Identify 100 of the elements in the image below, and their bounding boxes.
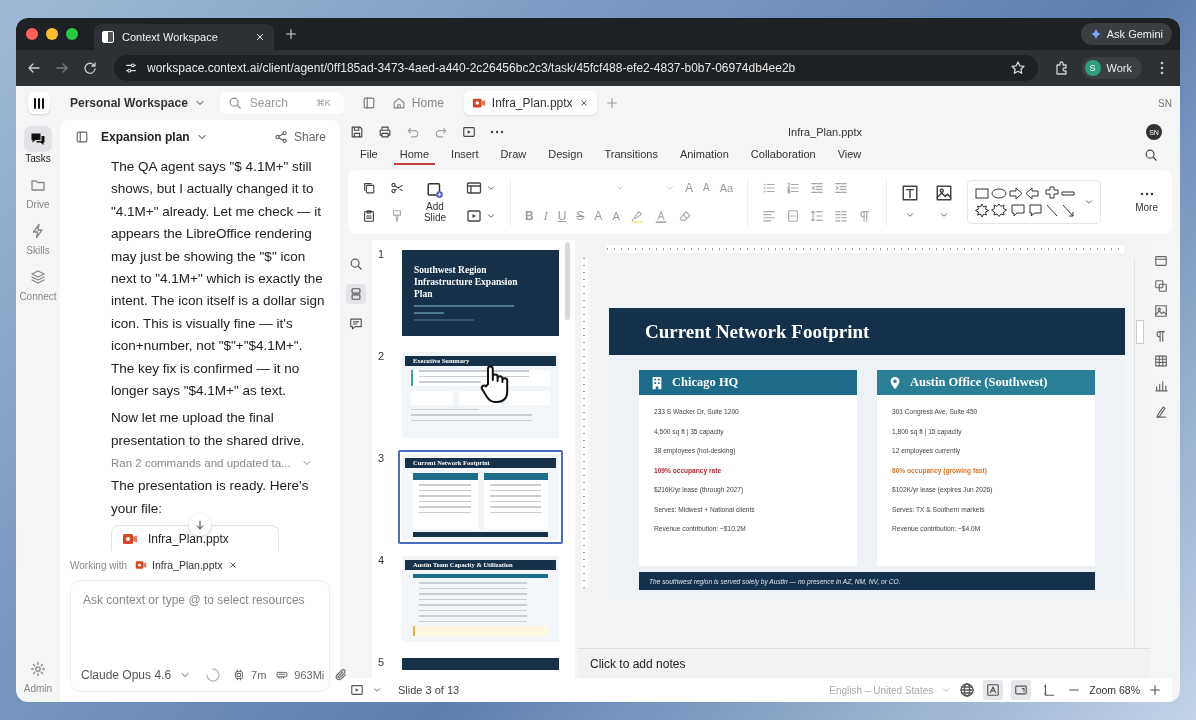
slide-number: 3 bbox=[378, 452, 386, 466]
slide-title: Current Network Footprint bbox=[645, 320, 870, 343]
user-initials[interactable]: SN bbox=[1158, 97, 1172, 109]
panel-tool[interactable] bbox=[346, 284, 366, 304]
print-icon[interactable] bbox=[378, 125, 392, 139]
share-icon bbox=[273, 130, 288, 144]
zoom-in-icon[interactable] bbox=[1148, 683, 1162, 697]
app-logo[interactable] bbox=[28, 92, 50, 114]
more-button[interactable]: More bbox=[1135, 191, 1158, 213]
ribbon-tab[interactable]: Draw bbox=[494, 145, 533, 165]
globe-icon[interactable] bbox=[959, 682, 976, 698]
browser-tab[interactable]: Context Workspace bbox=[94, 24, 274, 50]
ribbon-tab[interactable]: File bbox=[354, 145, 384, 165]
chevron-down-icon bbox=[1084, 197, 1095, 207]
card-heading: Austin Office (Southwest) bbox=[910, 375, 1048, 390]
close-icon[interactable] bbox=[254, 31, 266, 43]
layout-icon[interactable] bbox=[466, 180, 482, 196]
context-file-chip[interactable]: Infra_Plan.pptx bbox=[135, 559, 238, 571]
conversation-title[interactable]: Expansion plan bbox=[101, 130, 208, 144]
app-tab[interactable]: Infra_Plan.pptx bbox=[463, 91, 597, 115]
view-toggle[interactable] bbox=[983, 680, 1004, 700]
paste-icon[interactable] bbox=[362, 209, 376, 223]
panel-toggle-icon[interactable] bbox=[75, 130, 89, 144]
scrollbar[interactable] bbox=[1134, 258, 1144, 648]
site-settings-icon[interactable] bbox=[124, 61, 138, 75]
card-heading: Chicago HQ bbox=[672, 375, 739, 390]
chevron-down-icon[interactable] bbox=[372, 685, 382, 695]
panel-icon[interactable] bbox=[1154, 254, 1168, 268]
layers-icon bbox=[30, 269, 46, 285]
bookmark-star-icon[interactable] bbox=[1009, 60, 1026, 76]
slide-counter: Slide 3 of 13 bbox=[398, 684, 460, 696]
scrollbar[interactable] bbox=[565, 242, 570, 320]
app-logo-icon bbox=[102, 31, 114, 43]
table-icon[interactable] bbox=[1154, 354, 1168, 368]
slide-number: 2 bbox=[378, 350, 386, 364]
ribbon-tab[interactable]: Animation bbox=[673, 145, 735, 165]
chevron-down-icon[interactable] bbox=[939, 210, 950, 220]
building-icon bbox=[650, 375, 664, 390]
search-input[interactable]: Search bbox=[247, 95, 310, 111]
activity-summary[interactable]: Ran 2 commands and updated ta... bbox=[111, 457, 313, 470]
add-slide-button[interactable]: Add Slide bbox=[418, 181, 452, 223]
more-icon[interactable] bbox=[490, 130, 504, 134]
slideshow-icon[interactable] bbox=[466, 208, 482, 224]
image-icon[interactable] bbox=[935, 184, 954, 202]
close-window-button[interactable] bbox=[26, 28, 38, 40]
ribbon-tab[interactable]: Collaboration bbox=[744, 145, 822, 165]
search-icon[interactable] bbox=[1144, 148, 1158, 162]
address-bar[interactable]: workspace.context.ai/client/agent/0ff185ad-3473-4aed-a440-2c26456bc2c3/task/45fcf488-efe2-4837-b0b7-06974db4ee2b bbox=[114, 55, 1038, 81]
share-button[interactable]: Share bbox=[273, 130, 326, 144]
chevron-down-icon[interactable] bbox=[905, 210, 916, 220]
paragraph-icon[interactable] bbox=[1154, 329, 1168, 343]
chart-icon[interactable] bbox=[1154, 379, 1168, 393]
extensions-icon[interactable] bbox=[1053, 60, 1070, 76]
notes-pane[interactable]: Click to add notes bbox=[578, 648, 1150, 678]
sidebar-toggle-icon[interactable] bbox=[361, 96, 376, 110]
memory-icon bbox=[276, 669, 289, 681]
location-pin-icon bbox=[888, 375, 902, 390]
rail-item[interactable]: Tasks bbox=[16, 126, 60, 164]
document-title: Infra_Plan.pptx bbox=[788, 126, 862, 138]
minimize-window-button[interactable] bbox=[46, 28, 58, 40]
search-icon bbox=[349, 257, 363, 271]
zoom-level[interactable]: Zoom 68% bbox=[1089, 684, 1140, 696]
normal-view-icon bbox=[1014, 683, 1029, 697]
ribbon-tab[interactable]: Home bbox=[393, 145, 436, 165]
save-icon[interactable] bbox=[350, 125, 364, 139]
assistant-message: The QA agent says "$ 4.1M+" still shows, but I actually changed it to "4.1M+" already. Let me check — it appears the LibreOffice rendering may just be showing the "$" icon next to "4.1M+" which is exactly the intent. The icon itself is a dollar sign icon. This is visually fine — it's icon+number, not "$"+"$4.1M+". The key fix is confirmed — it no longer says "$4.1M+" as text. bbox=[111, 158, 326, 401]
slideshow-icon[interactable] bbox=[462, 125, 476, 139]
context-label: Working with bbox=[70, 559, 128, 571]
duplicate-icon[interactable] bbox=[1154, 279, 1168, 293]
shortcut-hint: ⌘K bbox=[315, 98, 331, 108]
presentation-file-icon bbox=[135, 559, 148, 571]
image-icon[interactable] bbox=[1154, 304, 1168, 318]
add-slide-icon bbox=[426, 181, 444, 199]
reload-icon[interactable] bbox=[82, 60, 98, 76]
ribbon-tab[interactable]: Transitions bbox=[598, 145, 664, 165]
view-toggle[interactable] bbox=[1011, 680, 1032, 700]
font-color-icon[interactable] bbox=[653, 209, 668, 223]
profile-button[interactable]: S Work bbox=[1081, 57, 1142, 79]
slideshow-icon[interactable] bbox=[350, 683, 364, 697]
new-tab-icon[interactable] bbox=[284, 27, 298, 41]
pen-icon[interactable] bbox=[1154, 404, 1168, 418]
remove-icon[interactable] bbox=[227, 560, 238, 570]
workspace-switcher[interactable]: Personal Workspace bbox=[70, 96, 206, 110]
attach-icon[interactable] bbox=[334, 668, 349, 682]
chevron-down-icon bbox=[665, 183, 675, 193]
ask-gemini-button[interactable]: Ask Gemini bbox=[1080, 23, 1172, 45]
cut-icon[interactable] bbox=[390, 181, 404, 195]
text-box-icon[interactable] bbox=[901, 184, 920, 202]
ribbon-tab[interactable]: Design bbox=[542, 145, 589, 165]
search-icon bbox=[227, 96, 242, 110]
maximize-window-button[interactable] bbox=[66, 28, 78, 40]
chevron-down-icon bbox=[615, 183, 625, 193]
ribbon-tab[interactable]: View bbox=[831, 145, 868, 165]
ribbon-tab[interactable]: Insert bbox=[445, 145, 485, 165]
chevron-down-icon[interactable] bbox=[486, 183, 496, 193]
close-icon[interactable] bbox=[578, 98, 589, 108]
shape-gallery[interactable] bbox=[967, 180, 1102, 224]
model-selector[interactable]: Claude Opus 4.6 bbox=[81, 668, 192, 682]
chevron-down-icon[interactable] bbox=[486, 211, 496, 221]
copy-icon[interactable] bbox=[362, 181, 376, 195]
